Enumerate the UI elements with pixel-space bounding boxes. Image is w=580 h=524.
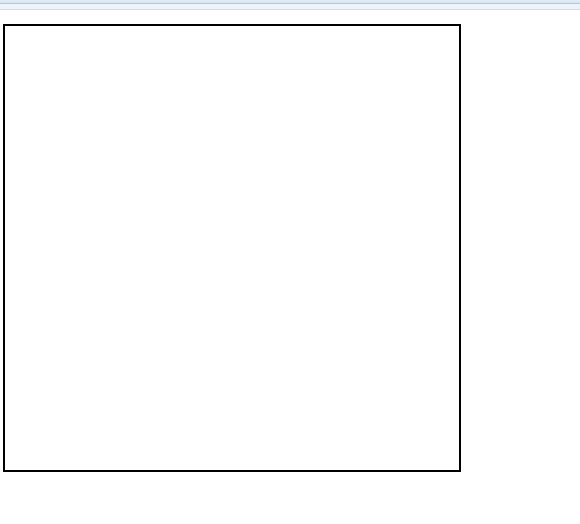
empty-panel [3,24,461,472]
content-area [0,10,580,30]
